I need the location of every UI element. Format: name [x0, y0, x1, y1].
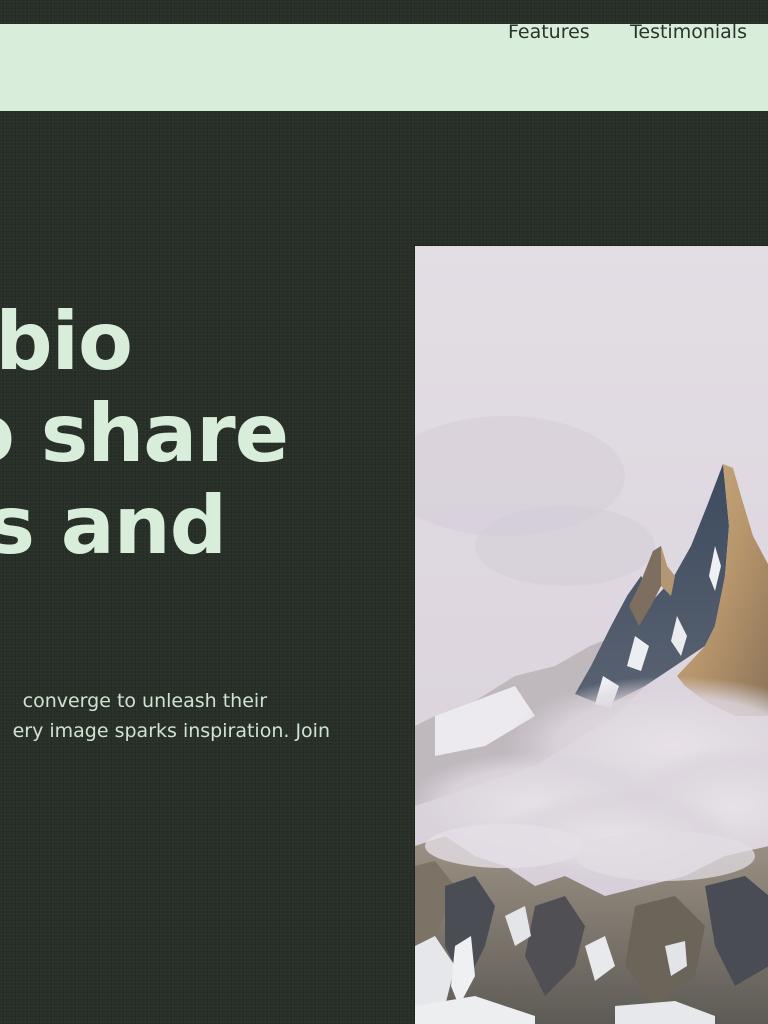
hero-title-line-1: bio: [0, 296, 133, 388]
hero-description: converge to unleash their ery image spar…: [0, 688, 340, 752]
nav-link-features[interactable]: Features: [508, 21, 590, 43]
hero-title-line-3: s and: [0, 479, 227, 572]
hero-description-line-2: ery image sparks inspiration. Join: [12, 720, 330, 742]
hero-mountain-image: [414, 245, 768, 1024]
mountain-illustration: [415, 246, 768, 1024]
hero-description-line-1: converge to unleash their: [22, 690, 267, 712]
nav-link-testimonials[interactable]: Testimonials: [630, 21, 747, 43]
hero-title: bio o share s and: [0, 296, 400, 586]
hero-title-line-2: o share: [0, 387, 289, 480]
